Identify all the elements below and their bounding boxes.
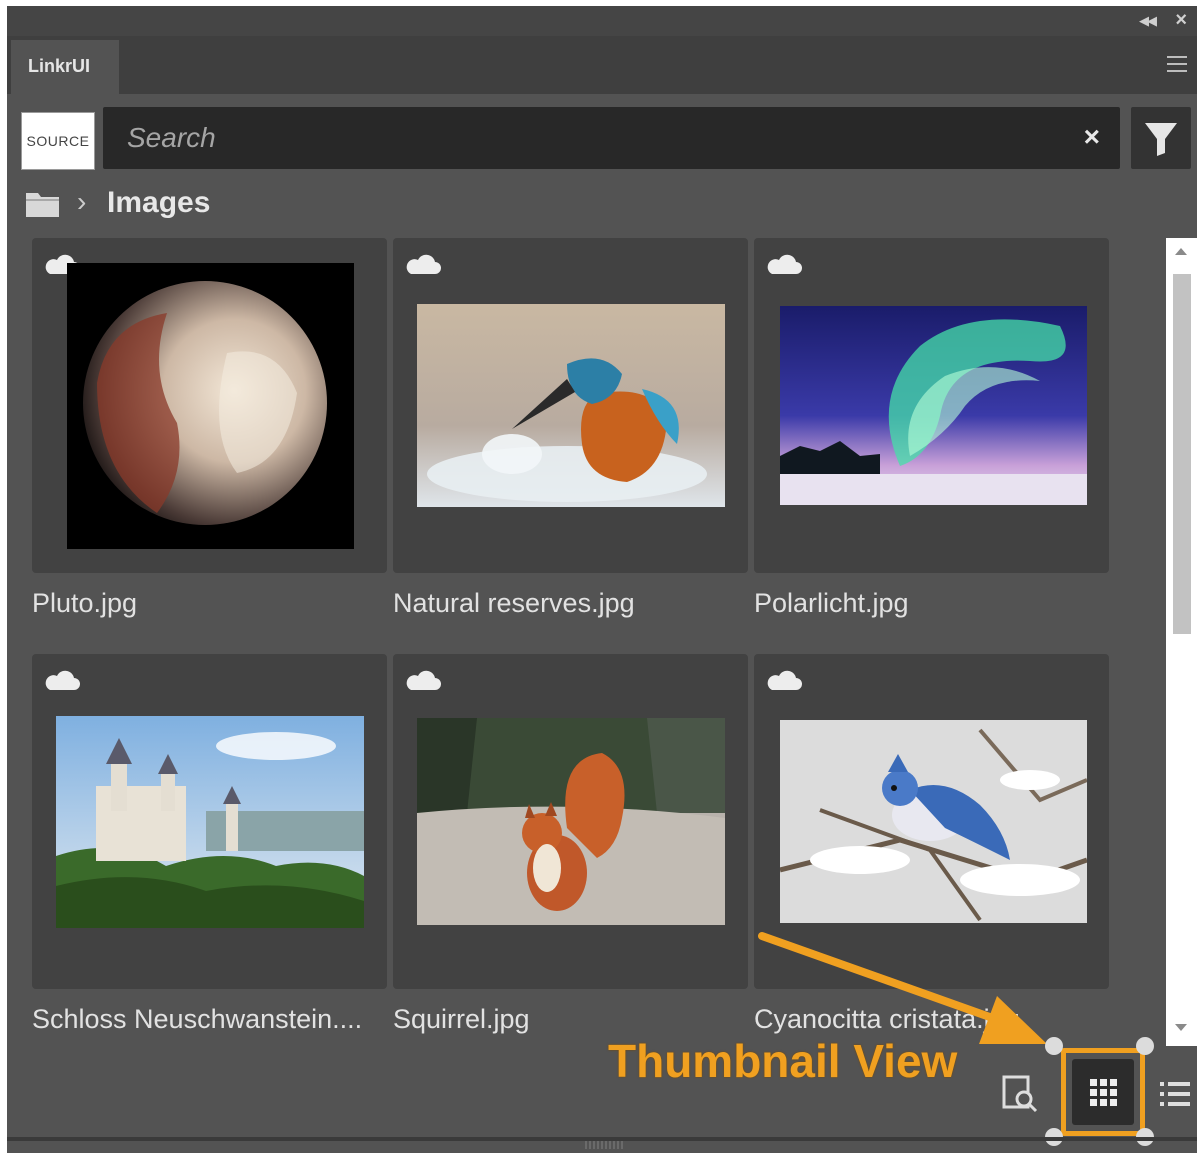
close-icon[interactable]: ×: [1175, 9, 1187, 32]
scrollbar[interactable]: [1166, 238, 1197, 1046]
thumbnail-image: [417, 718, 725, 925]
scrollbar-thumb[interactable]: [1173, 274, 1191, 634]
cloud-icon: [767, 254, 802, 274]
grid-icon: [1090, 1079, 1117, 1106]
thumbnail-image: [56, 716, 364, 928]
cloud-icon: [767, 670, 802, 690]
annotation-label: Thumbnail View: [608, 1035, 958, 1087]
list-view-button[interactable]: [1152, 1076, 1192, 1116]
thumbnail-view-button-inner: [1072, 1059, 1134, 1125]
linkr-panel: ◀◀ × LinkrUI SOURCE × › Images: [7, 6, 1197, 1153]
thumbnail-view-button[interactable]: [1061, 1048, 1145, 1136]
resize-grip[interactable]: [585, 1141, 625, 1149]
asset-name: Pluto.jpg: [32, 588, 138, 618]
asset-name: Squirrel.jpg: [393, 1004, 530, 1034]
scroll-down-arrow[interactable]: [1175, 1024, 1187, 1031]
search-bar: ×: [103, 107, 1120, 169]
asset-card-natural-reserves[interactable]: [393, 238, 748, 573]
cloud-icon: [406, 670, 441, 690]
clear-icon[interactable]: ×: [1084, 121, 1100, 153]
filter-button[interactable]: [1131, 107, 1191, 169]
selection-handle: [1045, 1037, 1063, 1055]
chevron-right-icon: ›: [77, 186, 87, 217]
tab-bar: LinkrUI: [7, 36, 1197, 94]
asset-name: Polarlicht.jpg: [754, 588, 909, 618]
thumbnail-image: [67, 263, 354, 549]
thumbnail-image: [780, 306, 1087, 505]
breadcrumb-current[interactable]: Images: [107, 186, 210, 220]
asset-name: Schloss Neuschwanstein....: [32, 1004, 363, 1034]
asset-card-schloss-neuschwanstein[interactable]: [32, 654, 387, 989]
scroll-up-arrow[interactable]: [1175, 248, 1187, 255]
tab-linkrui[interactable]: LinkrUI: [11, 40, 119, 94]
cloud-icon: [406, 254, 441, 274]
panel-title-strip: ◀◀ ×: [7, 6, 1197, 36]
asset-card-polarlicht[interactable]: [754, 238, 1109, 573]
menu-icon[interactable]: [1167, 56, 1187, 77]
cloud-icon: [45, 670, 80, 690]
asset-card-squirrel[interactable]: [393, 654, 748, 989]
source-label: SOURCE: [26, 133, 90, 149]
thumbnail-image: [417, 304, 725, 507]
asset-card-pluto[interactable]: [32, 238, 387, 573]
preview-button[interactable]: [1000, 1071, 1040, 1115]
list-icon: [1160, 1082, 1190, 1106]
thumbnail-image: [780, 720, 1087, 923]
tab-label: LinkrUI: [28, 56, 91, 76]
asset-name: Natural reserves.jpg: [393, 588, 635, 618]
collapse-icon[interactable]: ◀◀: [1139, 13, 1157, 29]
search-input[interactable]: [125, 117, 1029, 159]
preview-icon: [1002, 1075, 1038, 1113]
folder-icon[interactable]: [25, 190, 61, 218]
selection-handle: [1136, 1037, 1154, 1055]
source-button[interactable]: SOURCE: [21, 112, 95, 170]
filter-icon: [1145, 123, 1177, 156]
